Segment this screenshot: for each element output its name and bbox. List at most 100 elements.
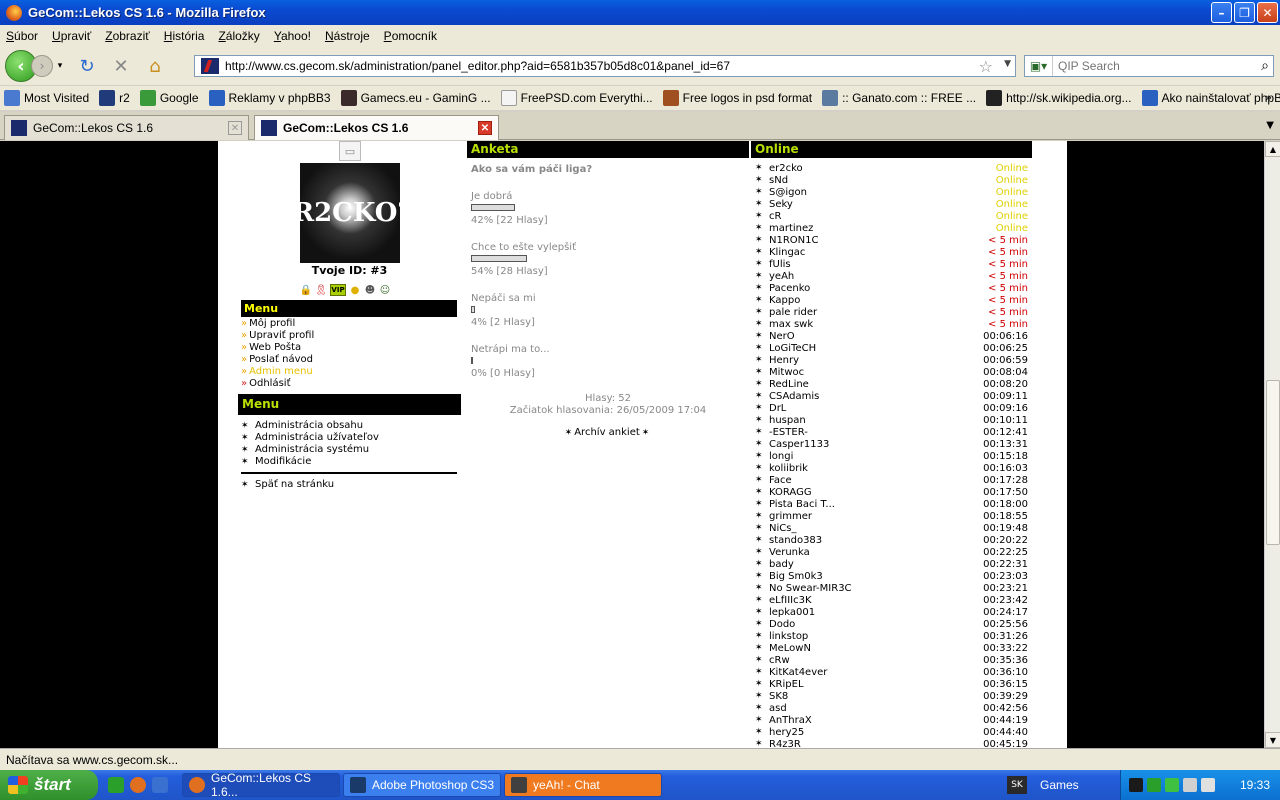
bookmark-ganato[interactable]: :: Ganato.com :: FREE ... [822,90,976,106]
bookmark-free-logos[interactable]: Free logos in psd format [662,90,812,106]
online-user-name[interactable]: KitKat4ever [769,667,972,678]
online-user-name[interactable]: huspan [769,415,972,426]
online-user-name[interactable]: Face [769,475,972,486]
close-window-button[interactable]: ✕ [1257,2,1278,23]
tab-close-icon[interactable]: ✕ [478,121,492,135]
online-user-row[interactable]: ✶ martinez Online [751,222,1032,234]
online-user-row[interactable]: ✶ koliibrik 00:16:03 [751,462,1032,474]
online-user-name[interactable]: SK8 [769,691,972,702]
online-user-name[interactable]: LoGiTeCH [769,343,972,354]
reload-icon[interactable]: ↻ [75,54,99,78]
online-user-name[interactable]: RedLine [769,379,972,390]
online-user-name[interactable]: Casper1133 [769,439,972,450]
online-user-name[interactable]: NerO [769,331,972,342]
back-to-site-link[interactable]: ✶ Späť na stránku [241,479,334,491]
online-user-row[interactable]: ✶ S@igon Online [751,186,1032,198]
bookmark-freepsd[interactable]: FreePSD.com Everythi... [500,90,653,106]
online-user-name[interactable]: stando383 [769,535,972,546]
bookmark-star-icon[interactable]: ☆ [979,57,993,76]
menu-history[interactable]: História [164,29,205,43]
menu-help[interactable]: Pomocník [384,29,437,43]
online-user-name[interactable]: martinez [769,223,972,234]
avatar[interactable]: eR2CKO?! [276,163,424,263]
online-user-name[interactable]: lepka001 [769,607,972,618]
online-user-row[interactable]: ✶ Casper1133 00:13:31 [751,438,1032,450]
search-icon[interactable]: ⌕ [1261,58,1269,74]
menu-bookmarks[interactable]: Záložky [218,29,259,43]
bookmark-phpbb[interactable]: Reklamy v phpBB3 [208,90,331,106]
online-user-name[interactable]: sNd [769,175,972,186]
taskbar-item-chat[interactable]: yeAh! - Chat [504,773,662,797]
online-user-row[interactable]: ✶ pale rider < 5 min [751,306,1032,318]
online-user-row[interactable]: ✶ Klingac < 5 min [751,246,1032,258]
online-user-row[interactable]: ✶ RedLine 00:08:20 [751,378,1032,390]
online-user-row[interactable]: ✶ Face 00:17:28 [751,474,1032,486]
online-user-row[interactable]: ✶ SK8 00:39:29 [751,690,1032,702]
games-toolbar-label[interactable]: Games [1040,778,1079,792]
online-user-row[interactable]: ✶ stando383 00:20:22 [751,534,1032,546]
home-icon[interactable]: ⌂ [143,54,167,78]
bookmarks-overflow-icon[interactable]: » [1265,91,1272,104]
online-user-row[interactable]: ✶ Verunka 00:22:25 [751,546,1032,558]
tray-icon[interactable] [1165,778,1179,792]
online-user-name[interactable]: No Swear-MIR3C [769,583,972,594]
online-user-name[interactable]: max swk [769,319,972,330]
online-user-row[interactable]: ✶ Pista Baci T... 00:18:00 [751,498,1032,510]
online-user-name[interactable]: grimmer [769,511,972,522]
online-user-row[interactable]: ✶ NiCs_ 00:19:48 [751,522,1032,534]
online-user-name[interactable]: er2cko [769,163,972,174]
scroll-thumb[interactable] [1266,380,1280,545]
online-user-row[interactable]: ✶ Seky Online [751,198,1032,210]
online-user-name[interactable]: N1RON1C [769,235,972,246]
tray-icon[interactable] [1129,778,1143,792]
online-user-name[interactable]: Seky [769,199,972,210]
url-bar[interactable]: http://www.cs.gecom.sk/administration/pa… [194,55,1016,77]
bookmark-phpbb-install[interactable]: Ako nainštalovať phpB... [1141,90,1280,106]
online-user-row[interactable]: ✶ Kappo < 5 min [751,294,1032,306]
online-user-name[interactable]: longi [769,451,972,462]
online-user-name[interactable]: eLfIIIc3K [769,595,972,606]
online-user-row[interactable]: ✶ No Swear-MIR3C 00:23:21 [751,582,1032,594]
online-user-name[interactable]: Henry [769,355,972,366]
online-user-row[interactable]: ✶ asd 00:42:56 [751,702,1032,714]
online-user-name[interactable]: Kappo [769,295,972,306]
scroll-down-icon[interactable]: ▼ [1265,732,1280,748]
bookmark-google[interactable]: Google [139,90,199,106]
online-user-row[interactable]: ✶ Henry 00:06:59 [751,354,1032,366]
online-user-row[interactable]: ✶ eLfIIIc3K 00:23:42 [751,594,1032,606]
online-user-row[interactable]: ✶ NerO 00:06:16 [751,330,1032,342]
online-user-name[interactable]: KRipEL [769,679,972,690]
online-user-name[interactable]: linkstop [769,631,972,642]
menu-logout[interactable]: » Odhlásiť [241,378,314,390]
online-user-name[interactable]: Pista Baci T... [769,499,972,510]
online-user-name[interactable]: Klingac [769,247,972,258]
bookmark-wikipedia[interactable]: http://sk.wikipedia.org... [986,90,1132,106]
menu-edit[interactable]: Upraviť [52,29,91,43]
minimize-button[interactable]: – [1211,2,1232,23]
tray-icon[interactable] [1183,778,1197,792]
online-user-row[interactable]: ✶ Dodo 00:25:56 [751,618,1032,630]
online-user-row[interactable]: ✶ LoGiTeCH 00:06:25 [751,342,1032,354]
online-user-row[interactable]: ✶ linkstop 00:31:26 [751,630,1032,642]
online-user-name[interactable]: Pacenko [769,283,972,294]
url-text[interactable]: http://www.cs.gecom.sk/administration/pa… [225,59,730,73]
menu-view[interactable]: Zobraziť [105,29,150,43]
menu-admin[interactable]: » Admin menu [241,366,314,378]
history-dropdown-icon[interactable]: ▾ [55,54,65,78]
online-user-name[interactable]: NiCs_ [769,523,972,534]
search-engine-icon[interactable]: ▣▾ [1025,56,1053,76]
search-input[interactable] [1058,59,1248,73]
admin-users[interactable]: ✶ Administrácia užívateľov [241,432,379,444]
online-user-name[interactable]: bady [769,559,972,570]
online-user-name[interactable]: S@igon [769,187,972,198]
bookmark-r2[interactable]: r2 [99,90,130,106]
tab-close-icon[interactable]: ✕ [228,121,242,135]
bookmark-most-visited[interactable]: Most Visited [4,90,89,106]
online-user-name[interactable]: Big Sm0k3 [769,571,972,582]
online-user-row[interactable]: ✶ N1RON1C < 5 min [751,234,1032,246]
tab-list-icon[interactable]: ▼ [1266,120,1274,131]
online-user-name[interactable]: Dodo [769,619,972,630]
online-user-row[interactable]: ✶ CSAdamis 00:09:11 [751,390,1032,402]
online-user-name[interactable]: hery25 [769,727,972,738]
firefox-icon[interactable] [130,777,146,793]
